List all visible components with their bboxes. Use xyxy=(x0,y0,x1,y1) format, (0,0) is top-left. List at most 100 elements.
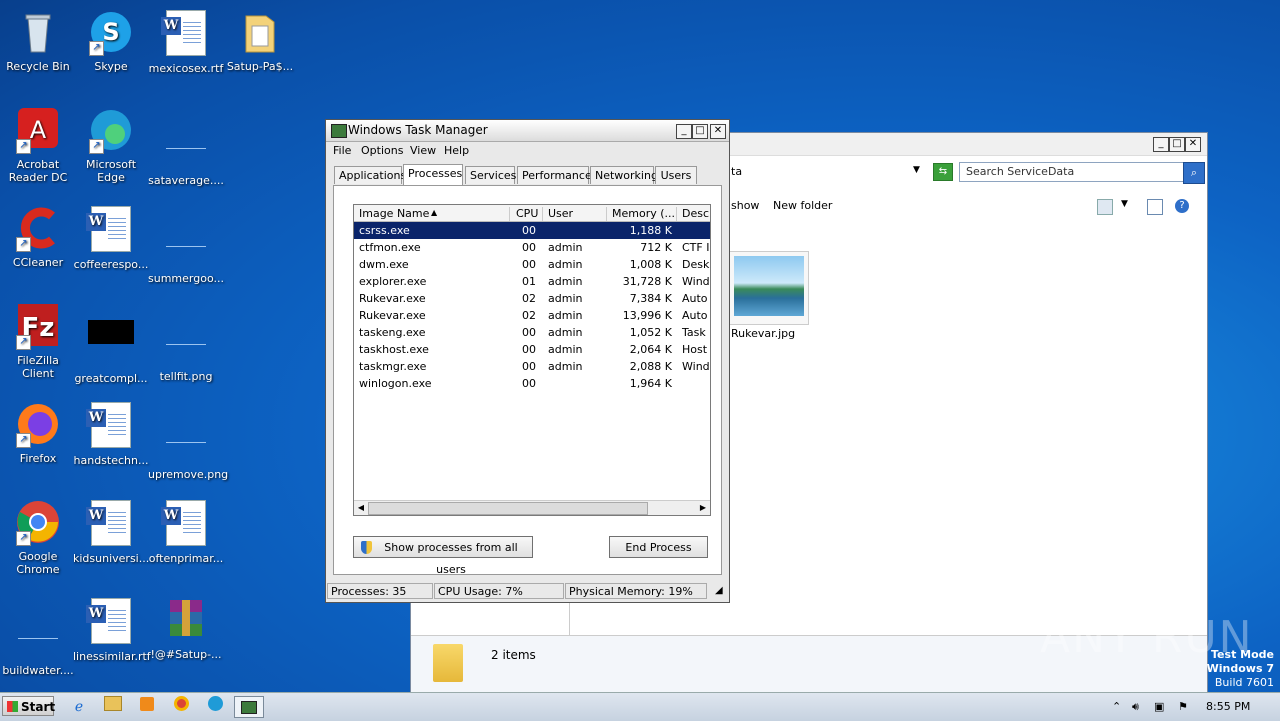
task-manager-window[interactable]: Windows Task Manager _ □ ✕ File Options … xyxy=(325,119,730,603)
chevron-down-icon[interactable]: ▼ xyxy=(1121,199,1128,209)
chrome-icon: ↗ xyxy=(14,498,62,546)
desktop-icon-label: !@#Satup-... xyxy=(150,648,222,661)
desktop-icon-label: kidsuniversi... xyxy=(73,552,150,565)
volume-icon[interactable]: 🔊︎ xyxy=(1132,700,1139,714)
show-all-processes-button[interactable]: Show processes from all users xyxy=(353,536,533,576)
desktop-icon-acrobat[interactable]: A ↗ Acrobat Reader DC xyxy=(0,106,76,184)
desktop-icon-satup-folder[interactable]: Satup-Pa$... xyxy=(222,8,298,73)
close-button[interactable]: ✕ xyxy=(710,124,726,139)
menu-file[interactable]: File xyxy=(333,144,351,157)
process-row[interactable]: Rukevar.exe 02 admin 7,384 K Auto xyxy=(354,290,710,307)
refresh-button[interactable]: ⇆ xyxy=(933,163,953,181)
column-memory[interactable]: Memory (... xyxy=(607,207,677,221)
tab-services[interactable]: Services xyxy=(465,166,516,184)
desktop-icon-buildwater[interactable]: buildwater.... xyxy=(0,596,76,677)
clock[interactable]: 8:55 PM xyxy=(1206,700,1250,713)
desktop-icon-recycle-bin[interactable]: Recycle Bin xyxy=(0,8,76,73)
desktop-icon-edge[interactable]: ↗ Microsoft Edge xyxy=(73,106,149,184)
scroll-right-icon[interactable]: ▶ xyxy=(696,501,710,515)
minimize-button[interactable]: _ xyxy=(1153,137,1169,152)
scrollbar-thumb[interactable] xyxy=(368,502,648,515)
desktop-icon-coffeerespo[interactable]: W coffeerespo... xyxy=(73,204,149,271)
file-explorer-icon[interactable] xyxy=(100,696,126,718)
menu-help[interactable]: Help xyxy=(444,144,469,157)
tab-applications[interactable]: Applications xyxy=(334,166,406,184)
desktop-icon-sataverage[interactable]: sataverage.... xyxy=(148,106,224,187)
desktop-icon-oftenprimar[interactable]: W oftenprimar... xyxy=(148,498,224,565)
preview-pane-icon[interactable] xyxy=(1147,199,1163,215)
action-center-flag-icon[interactable]: ⚑ xyxy=(1178,700,1188,713)
media-player-icon[interactable] xyxy=(134,696,160,718)
resize-grip-icon[interactable]: ◢ xyxy=(712,583,726,599)
slideshow-button[interactable]: show xyxy=(731,199,759,212)
process-row[interactable]: taskeng.exe 00 admin 1,052 K Task xyxy=(354,324,710,341)
process-row[interactable]: explorer.exe 01 admin 31,728 K Wind xyxy=(354,273,710,290)
desktop-icon-linessimilar[interactable]: W linessimilar.rtf xyxy=(73,596,151,663)
file-name[interactable]: Rukevar.jpg xyxy=(731,327,795,340)
process-row[interactable]: taskmgr.exe 00 admin 2,088 K Wind xyxy=(354,358,710,375)
view-options-icon[interactable] xyxy=(1097,199,1113,215)
show-hidden-icons-icon[interactable]: ⌃ xyxy=(1112,700,1121,713)
word-doc-icon: W xyxy=(86,402,135,450)
desktop-icon-ccleaner[interactable]: ↗ CCleaner xyxy=(0,204,76,269)
desktop-icon-kidsuniversi[interactable]: W kidsuniversi... xyxy=(73,498,149,565)
chevron-down-icon[interactable]: ▼ xyxy=(913,165,920,175)
process-description: Auto xyxy=(682,292,708,305)
desktop-icon-handstechn[interactable]: W handstechn... xyxy=(73,400,149,467)
process-cpu: 00 xyxy=(522,241,536,254)
menu-view[interactable]: View xyxy=(410,144,436,157)
maximize-button[interactable]: □ xyxy=(692,124,708,139)
task-manager-titlebar[interactable]: Windows Task Manager _ □ ✕ xyxy=(326,120,729,142)
desktop-icon-label: Firefox xyxy=(19,452,57,465)
end-process-button[interactable]: End Process xyxy=(609,536,708,558)
tab-performance[interactable]: Performance xyxy=(517,166,592,184)
file-thumbnail[interactable] xyxy=(729,251,809,325)
new-folder-button[interactable]: New folder xyxy=(773,199,832,212)
desktop-icon-chrome[interactable]: ↗ Google Chrome xyxy=(0,498,76,576)
desktop-icon-upremove[interactable]: upremove.png xyxy=(148,400,228,481)
process-row[interactable]: csrss.exe 00 1,188 K xyxy=(354,222,710,239)
maximize-button[interactable]: □ xyxy=(1169,137,1185,152)
desktop-icon-winrar-archive[interactable]: !@#Satup-... xyxy=(148,596,224,661)
process-row[interactable]: Rukevar.exe 02 admin 13,996 K Auto xyxy=(354,307,710,324)
edge-icon[interactable] xyxy=(202,696,228,718)
column-cpu[interactable]: CPU xyxy=(511,207,543,221)
desktop-icon-label: summergoo... xyxy=(148,272,224,285)
desktop-icon-mexicosex[interactable]: W mexicosex.rtf xyxy=(148,8,224,75)
tab-users[interactable]: Users xyxy=(655,166,697,184)
internet-explorer-icon[interactable]: ℯ xyxy=(66,696,92,718)
word-doc-icon: W xyxy=(86,500,135,548)
shortcut-arrow-icon: ↗ xyxy=(16,139,31,154)
search-input[interactable]: Search ServiceData xyxy=(959,162,1185,182)
start-button[interactable]: Start xyxy=(2,696,55,716)
desktop-icon-summergoo[interactable]: summergoo... xyxy=(148,204,224,285)
task-manager-icon xyxy=(331,124,347,138)
close-button[interactable]: ✕ xyxy=(1185,137,1201,152)
process-row[interactable]: dwm.exe 00 admin 1,008 K Desk xyxy=(354,256,710,273)
minimize-button[interactable]: _ xyxy=(676,124,692,139)
process-row[interactable]: winlogon.exe 00 1,964 K xyxy=(354,375,710,392)
chrome-icon[interactable] xyxy=(168,696,194,718)
task-manager-taskbar-icon[interactable] xyxy=(234,696,264,718)
help-icon[interactable]: ? xyxy=(1175,199,1189,213)
test-mode-line1: Test Mode xyxy=(1211,648,1274,661)
desktop-icon-tellfit[interactable]: tellfit.png xyxy=(148,302,224,383)
tab-processes[interactable]: Processes xyxy=(403,164,463,185)
process-row[interactable]: taskhost.exe 00 admin 2,064 K Host xyxy=(354,341,710,358)
desktop-icon-skype[interactable]: S ↗ Skype xyxy=(73,8,149,73)
search-icon[interactable]: ⌕ xyxy=(1183,162,1205,184)
menu-options[interactable]: Options xyxy=(361,144,403,157)
desktop-icon-firefox[interactable]: ↗ Firefox xyxy=(0,400,76,465)
tab-networking[interactable]: Networking xyxy=(590,166,658,184)
scroll-left-icon[interactable]: ◀ xyxy=(354,501,368,515)
column-user-name[interactable]: User Name xyxy=(543,207,607,233)
process-row[interactable]: ctfmon.exe 00 admin 712 K CTF I xyxy=(354,239,710,256)
process-list[interactable]: Image Name ▲ CPU User Name Memory (... D… xyxy=(353,204,711,516)
column-description[interactable]: Desc xyxy=(677,207,710,221)
desktop-icon-filezilla[interactable]: Fz ↗ FileZilla Client xyxy=(0,302,76,380)
horizontal-scrollbar[interactable]: ◀ ▶ xyxy=(354,500,710,515)
network-icon[interactable]: ▣ xyxy=(1154,700,1164,713)
image-preview xyxy=(734,256,804,316)
desktop-icon-greatcompl[interactable]: greatcompl... xyxy=(73,302,149,385)
address-bar[interactable]: ta xyxy=(731,165,742,178)
